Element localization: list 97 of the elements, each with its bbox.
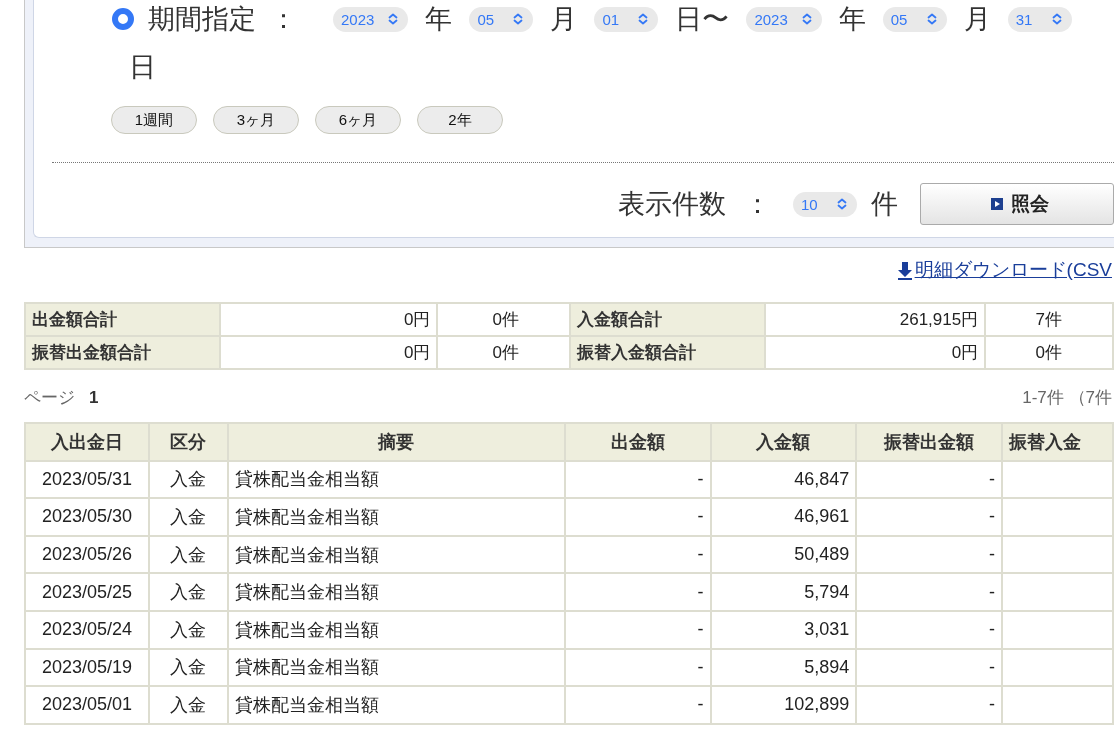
dropdown-select[interactable]: 2023 <box>746 6 822 32</box>
summary-value: 0円 <box>765 336 986 369</box>
table-cell: 入金 <box>148 460 228 499</box>
table-cell: 2023/05/01 <box>25 686 149 724</box>
column-header: 出金額 <box>564 423 711 461</box>
table-cell: 2023/05/26 <box>25 535 149 574</box>
table-cell: 50,489 <box>710 535 857 574</box>
search-button[interactable]: 照会 <box>920 183 1114 225</box>
colon-text: ： <box>270 3 297 36</box>
table-cell: 46,961 <box>710 498 857 536</box>
table-cell: 貸株配当金相当額 <box>227 535 565 574</box>
up-down-chevron-icon <box>837 198 847 210</box>
table-cell: 貸株配当金相当額 <box>227 686 565 724</box>
table-cell: - <box>856 460 1003 499</box>
date-unit-label: 月 <box>963 3 991 36</box>
up-down-chevron-icon <box>1051 13 1062 25</box>
period-label: 期間指定 <box>148 3 256 36</box>
summary-value: 0円 <box>220 336 438 369</box>
date-unit-label: 年 <box>838 3 866 36</box>
date-unit-label: 日 <box>129 51 156 84</box>
table-cell: - <box>564 610 711 649</box>
record-range: 1-7件 （7件 <box>1022 386 1112 409</box>
up-down-chevron-icon <box>801 13 812 25</box>
display-count-label: 表示件数 <box>618 188 726 221</box>
table-cell: 入金 <box>148 610 228 649</box>
dropdown-select[interactable]: 05 <box>469 6 534 32</box>
dropdown-select[interactable]: 2023 <box>333 6 409 32</box>
period-preset-button[interactable]: 3ヶ月 <box>213 106 299 134</box>
table-cell: - <box>564 460 711 499</box>
table-cell: - <box>856 573 1003 611</box>
summary-label: 振替出金額合計 <box>25 336 221 369</box>
date-unit-label: 月 <box>550 3 578 36</box>
summary-label: 入金額合計 <box>570 303 766 336</box>
summary-value: 7件 <box>985 303 1113 336</box>
table-cell: 入金 <box>148 498 228 536</box>
table-cell: - <box>564 535 711 574</box>
table-cell: 2023/05/24 <box>25 610 149 649</box>
up-down-chevron-icon <box>388 13 399 25</box>
table-cell: - <box>564 686 711 724</box>
table-cell: 貸株配当金相当額 <box>227 573 565 611</box>
page-label: ページ <box>24 387 75 407</box>
table-cell: 貸株配当金相当額 <box>227 648 565 687</box>
period-preset-button[interactable]: 2年 <box>417 106 503 134</box>
summary-label: 出金額合計 <box>25 303 221 336</box>
table-cell: 貸株配当金相当額 <box>227 498 565 536</box>
table-cell: 2023/05/19 <box>25 648 149 687</box>
column-header: 摘要 <box>227 423 565 461</box>
table-cell: 5,794 <box>710 573 857 611</box>
summary-value: 0件 <box>985 336 1113 369</box>
table-cell: 3,031 <box>710 610 857 649</box>
table-cell: 入金 <box>148 686 228 724</box>
date-unit-label: 日〜 <box>675 3 730 36</box>
table-cell: 102,899 <box>710 686 857 724</box>
table-cell: 貸株配当金相当額 <box>227 460 565 499</box>
colon-text: ： <box>744 188 771 221</box>
download-icon <box>896 260 913 280</box>
table-cell: 2023/05/30 <box>25 498 149 536</box>
page-number: 1 <box>89 387 99 407</box>
table-cell: 入金 <box>148 573 228 611</box>
up-down-chevron-icon <box>513 13 524 25</box>
dropdown-select[interactable]: 31 <box>1007 6 1072 32</box>
table-cell: - <box>856 610 1003 649</box>
summary-value: 0件 <box>437 303 570 336</box>
table-cell: 5,894 <box>710 648 857 687</box>
radio-button[interactable] <box>112 8 134 30</box>
period-preset-button[interactable]: 1週間 <box>111 106 197 134</box>
play-icon <box>991 198 1003 210</box>
column-header: 入出金日 <box>25 423 149 461</box>
table-cell: 2023/05/31 <box>25 460 149 499</box>
table-cell: 入金 <box>148 648 228 687</box>
dropdown-select[interactable]: 05 <box>882 6 947 32</box>
dropdown-select[interactable]: 10 <box>793 191 857 217</box>
table-cell: - <box>564 498 711 536</box>
summary-label: 振替入金額合計 <box>570 336 766 369</box>
dropdown-select[interactable]: 01 <box>594 6 659 32</box>
table-cell: 入金 <box>148 535 228 574</box>
table-cell: - <box>856 498 1003 536</box>
summary-value: 0円 <box>220 303 438 336</box>
summary-value: 0件 <box>437 336 570 369</box>
table-cell: 2023/05/25 <box>25 573 149 611</box>
table-cell: - <box>856 686 1003 724</box>
table-cell: - <box>856 535 1003 574</box>
summary-value: 261,915円 <box>765 303 986 336</box>
table-cell: 貸株配当金相当額 <box>227 610 565 649</box>
table-cell: - <box>856 648 1003 687</box>
column-header: 振替入金 <box>1002 423 1113 461</box>
table-cell: 46,847 <box>710 460 857 499</box>
up-down-chevron-icon <box>926 13 937 25</box>
date-unit-label: 年 <box>425 3 453 36</box>
table-cell: - <box>564 648 711 687</box>
column-header: 入金額 <box>710 423 857 461</box>
table-cell: - <box>564 573 711 611</box>
count-unit-label: 件 <box>871 188 898 221</box>
period-preset-button[interactable]: 6ヶ月 <box>315 106 401 134</box>
up-down-chevron-icon <box>638 13 649 25</box>
column-header: 区分 <box>148 423 228 461</box>
column-header: 振替出金額 <box>856 423 1003 461</box>
